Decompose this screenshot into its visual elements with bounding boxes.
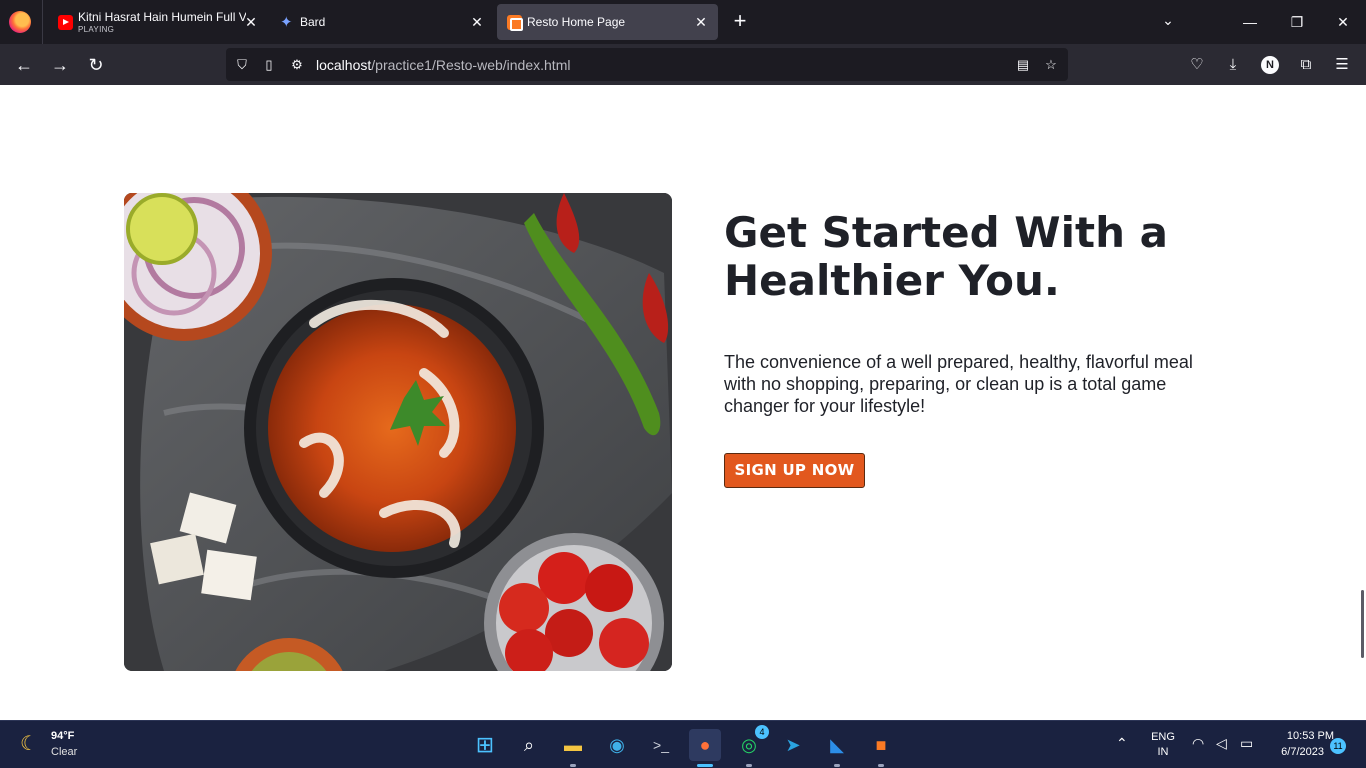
language-code: ENG <box>1151 731 1175 743</box>
active-indicator <box>697 764 713 767</box>
wifi-icon[interactable]: ◠ <box>1192 735 1204 752</box>
battery-icon[interactable]: ▭ <box>1240 735 1253 752</box>
firefox-taskbar-icon[interactable]: ● <box>689 729 721 767</box>
firefox-menu-icon[interactable] <box>9 11 31 33</box>
close-tab-icon[interactable]: ✕ <box>692 13 710 31</box>
page-scrollbar[interactable] <box>1361 590 1364 658</box>
reader-view-icon[interactable]: ▤ <box>1014 56 1032 74</box>
forward-arrow-icon[interactable]: → <box>47 52 73 78</box>
hero-headline: Get Started With a Healthier You. <box>724 208 1168 305</box>
moon-weather-icon[interactable]: ☾ <box>20 733 42 755</box>
vscode-icon[interactable]: ◣ <box>821 729 853 767</box>
tab-title: Kitni Hasrat Hain Humein Full V <box>78 10 246 24</box>
windows-start-icon[interactable]: ⊞ <box>469 729 501 761</box>
file-explorer-icon[interactable]: ▬ <box>557 729 589 767</box>
menu-hamburger-icon[interactable]: ☰ <box>1329 52 1355 78</box>
notification-count-badge[interactable]: 11 <box>1330 738 1346 754</box>
close-tab-icon[interactable]: ✕ <box>242 13 260 31</box>
downloads-icon[interactable]: ⤓ <box>1220 52 1246 78</box>
clock-time[interactable]: 10:53 PM <box>1262 730 1334 742</box>
url-text[interactable]: localhost/practice1/Resto-web/index.html <box>316 57 570 73</box>
tab-bard[interactable]: ✦ Bard ✕ <box>270 4 494 40</box>
navigation-toolbar: ← → ↻ ⛉ ▯ ⚙ localhost/practice1/Resto-we… <box>0 44 1366 85</box>
running-indicator <box>570 764 576 767</box>
show-hidden-icons-chevron-icon[interactable]: ⌃ <box>1116 735 1128 752</box>
terminal-icon[interactable]: >_ <box>645 729 677 761</box>
url-host: localhost <box>316 57 372 73</box>
new-tab-button[interactable]: + <box>729 10 751 33</box>
reload-icon[interactable]: ↻ <box>83 52 109 78</box>
list-all-tabs-icon[interactable]: ⌄ <box>1158 12 1178 32</box>
pocket-icon[interactable]: ♡ <box>1184 52 1210 78</box>
hero-description: The convenience of a well prepared, heal… <box>724 352 1193 416</box>
page-content: Get Started With a Healthier You. The co… <box>0 85 1366 720</box>
sign-up-button[interactable]: SIGN UP NOW <box>724 453 865 488</box>
tab-youtube[interactable]: Kitni Hasrat Hain Humein Full V PLAYING … <box>48 4 268 40</box>
running-indicator <box>834 764 840 767</box>
restore-button[interactable]: ❐ <box>1283 8 1311 36</box>
youtube-icon <box>58 15 73 30</box>
url-path: /practice1/Resto-web/index.html <box>371 57 571 73</box>
weather-condition[interactable]: Clear <box>51 746 77 758</box>
tab-title: Resto Home Page <box>527 15 626 29</box>
permissions-icon[interactable]: ⚙ <box>288 56 306 74</box>
shield-icon[interactable]: ⛉ <box>233 56 251 74</box>
edge-icon[interactable]: ◉ <box>601 729 633 761</box>
telegram-icon[interactable]: ➤ <box>777 729 809 761</box>
account-avatar[interactable]: N <box>1261 56 1279 74</box>
whatsapp-badge: 4 <box>755 725 769 739</box>
search-icon[interactable]: ⌕ <box>513 729 545 761</box>
back-arrow-icon[interactable]: ← <box>11 52 37 78</box>
windows-taskbar: ☾ 94°F Clear ⊞ ⌕ ▬ ◉ >_ ● ◎ 4 ➤ ◣ ■ ⌃ ENG… <box>0 720 1366 768</box>
tab-separator <box>42 0 43 44</box>
tab-resto-home[interactable]: Resto Home Page ✕ <box>497 4 718 40</box>
region-code: IN <box>1157 746 1169 758</box>
clock-date[interactable]: 6/7/2023 <box>1262 746 1324 758</box>
close-window-button[interactable]: ✕ <box>1329 8 1357 36</box>
xampp-taskbar-icon[interactable]: ■ <box>865 729 897 767</box>
address-bar[interactable]: ⛉ ▯ ⚙ localhost/practice1/Resto-web/inde… <box>226 48 1068 81</box>
xampp-icon <box>507 15 523 31</box>
minimize-button[interactable]: — <box>1236 8 1264 36</box>
running-indicator <box>746 764 752 767</box>
tab-playing-label: PLAYING <box>78 25 115 34</box>
bookmark-star-icon[interactable]: ☆ <box>1042 56 1060 74</box>
browser-tab-strip: Kitni Hasrat Hain Humein Full V PLAYING … <box>0 0 1366 44</box>
volume-icon[interactable]: ◁ <box>1216 735 1227 752</box>
language-indicator[interactable]: ENG IN <box>1150 730 1176 760</box>
bard-sparkle-icon: ✦ <box>280 14 293 31</box>
weather-temperature[interactable]: 94°F <box>51 730 74 742</box>
running-indicator <box>878 764 884 767</box>
extensions-icon[interactable]: ⧉ <box>1293 52 1319 78</box>
tab-title: Bard <box>300 15 326 29</box>
whatsapp-icon[interactable]: ◎ 4 <box>733 725 769 767</box>
food-illustration <box>124 193 672 671</box>
close-tab-icon[interactable]: ✕ <box>468 13 486 31</box>
page-icon[interactable]: ▯ <box>260 56 278 74</box>
hero-food-image <box>124 193 672 671</box>
